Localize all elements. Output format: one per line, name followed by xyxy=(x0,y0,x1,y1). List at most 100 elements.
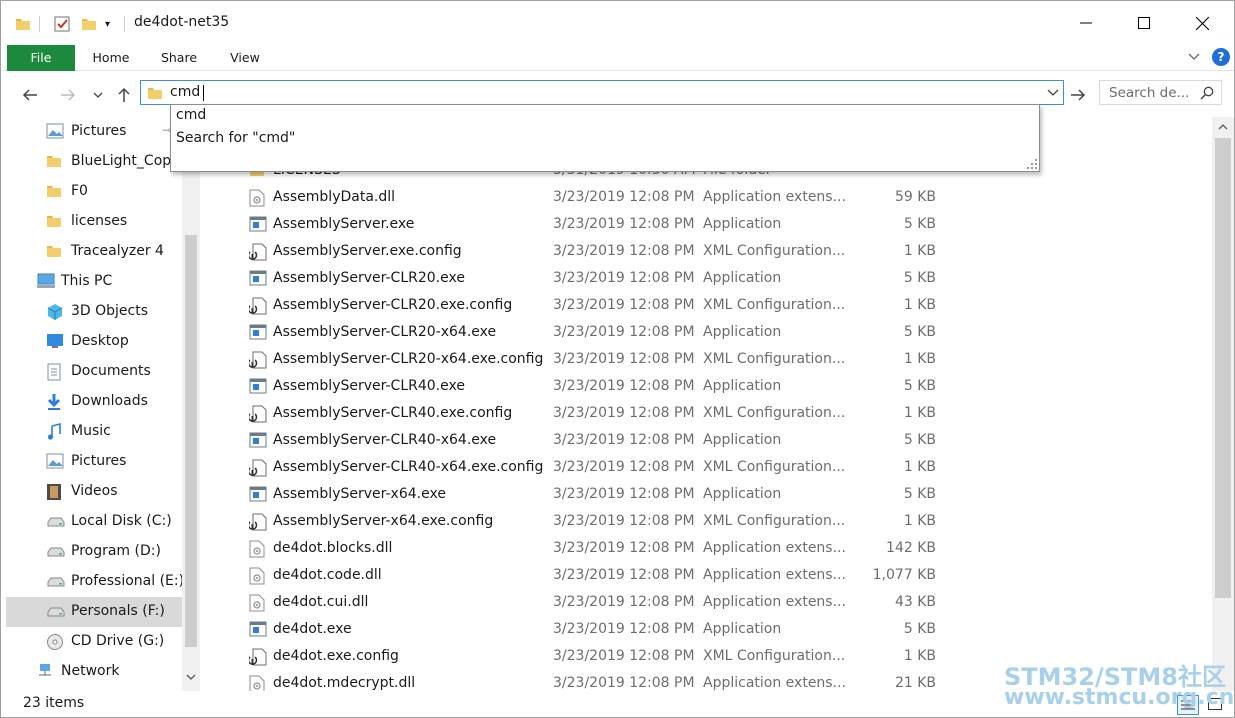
sidebar-item-label: Downloads xyxy=(71,393,148,409)
properties-icon[interactable] xyxy=(53,13,71,35)
recent-locations-button[interactable] xyxy=(87,84,109,106)
sidebar-item-desktop[interactable]: Desktop xyxy=(6,327,182,357)
tab-view[interactable]: View xyxy=(217,45,273,71)
sidebar-item-music[interactable]: Music xyxy=(6,417,182,447)
file-name: de4dot.mdecrypt.dll xyxy=(273,675,416,691)
sidebar-item-label: 3D Objects xyxy=(71,303,149,319)
search-box[interactable]: Search de... xyxy=(1099,80,1222,105)
pictures-icon xyxy=(46,123,64,141)
search-input[interactable]: Search de... xyxy=(1109,85,1189,101)
autocomplete-option-cmd[interactable]: cmd xyxy=(176,107,206,123)
downloads-icon xyxy=(46,393,64,411)
tab-home[interactable]: Home xyxy=(83,45,139,71)
up-button[interactable] xyxy=(113,84,135,106)
sidebar-item-label: Program (D:) xyxy=(71,543,161,559)
sidebar-item-program-d[interactable]: Program (D:) xyxy=(6,537,182,567)
file-date: 3/23/2019 12:08 PM xyxy=(553,513,695,529)
scroll-up-icon[interactable] xyxy=(1218,123,1228,131)
address-input[interactable]: cmd xyxy=(170,84,200,100)
file-type: Application extens... xyxy=(703,594,846,610)
maximize-button[interactable] xyxy=(1115,1,1173,45)
file-row[interactable]: AssemblyServer-CLR20-x64.exe 3/23/2019 12… xyxy=(201,319,1211,346)
file-type: XML Configuration... xyxy=(703,297,846,313)
file-row[interactable]: AssemblyServer-x64.exe 3/23/2019 12:08 PM… xyxy=(201,481,1211,508)
file-row[interactable]: de4dot.exe 3/23/2019 12:08 PM Application 5… xyxy=(201,616,1211,643)
expand-ribbon-icon[interactable] xyxy=(1187,49,1201,66)
file-row[interactable]: AssemblyServer-CLR40-x64.exe 3/23/2019 12… xyxy=(201,427,1211,454)
sidebar-item-professional-e[interactable]: Professional (E:) xyxy=(6,567,182,597)
address-bar[interactable]: cmd xyxy=(140,80,1064,105)
dll-file-icon xyxy=(249,594,265,612)
sidebar-item-documents[interactable]: Documents xyxy=(6,357,182,387)
file-size: 43 KB xyxy=(894,594,936,610)
dll-file-icon xyxy=(249,675,265,691)
sidebar-item-personals-f[interactable]: Personals (F:) xyxy=(6,597,182,627)
resize-grip-icon[interactable] xyxy=(1027,159,1037,169)
forward-button[interactable] xyxy=(57,84,79,106)
config-file-icon xyxy=(247,459,267,477)
tab-share[interactable]: Share xyxy=(151,45,207,71)
sidebar-item-pictures[interactable]: Pictures ⊸ xyxy=(6,117,182,147)
file-date: 3/23/2019 12:08 PM xyxy=(553,567,695,583)
file-row[interactable]: AssemblyServer-CLR20.exe 3/23/2019 12:08 … xyxy=(201,265,1211,292)
help-icon[interactable]: ? xyxy=(1212,48,1230,66)
file-size: 1 KB xyxy=(903,459,936,475)
file-row[interactable]: AssemblyServer-x64.exe.config 3/23/2019 1… xyxy=(201,508,1211,535)
file-type: Application extens... xyxy=(703,540,846,556)
sidebar-item-cd-drive-g[interactable]: CD Drive (G:) xyxy=(6,627,182,657)
file-size: 1,077 KB xyxy=(872,567,936,583)
network-icon xyxy=(36,663,54,681)
file-row[interactable]: AssemblyServer-CLR40.exe 3/23/2019 12:08 … xyxy=(201,373,1211,400)
new-folder-icon[interactable] xyxy=(81,13,97,35)
sidebar-item-licenses[interactable]: licenses xyxy=(6,207,182,237)
file-list-scrollbar[interactable] xyxy=(1212,117,1234,691)
file-name: AssemblyServer-x64.exe.config xyxy=(273,513,494,529)
chevron-down-icon[interactable] xyxy=(1047,88,1059,98)
file-row[interactable]: AssemblyServer-CLR40-x64.exe.config 3/23/… xyxy=(201,454,1211,481)
sidebar-item-f0[interactable]: F0 xyxy=(6,177,182,207)
file-date: 3/23/2019 12:08 PM xyxy=(553,324,695,340)
file-row[interactable]: de4dot.blocks.dll 3/23/2019 12:08 PM Appli… xyxy=(201,535,1211,562)
back-button[interactable] xyxy=(19,84,41,106)
file-size: 142 KB xyxy=(886,540,936,556)
sidebar-item-3d-objects[interactable]: 3D Objects xyxy=(6,297,182,327)
file-size: 1 KB xyxy=(903,243,936,259)
file-row[interactable]: AssemblyServer.exe.config 3/23/2019 12:08… xyxy=(201,238,1211,265)
customize-toolbar-icon[interactable]: ▾ xyxy=(105,13,110,35)
file-row[interactable]: de4dot.code.dll 3/23/2019 12:08 PM Applica… xyxy=(201,562,1211,589)
file-size: 1 KB xyxy=(903,648,936,664)
scrollbar-thumb[interactable] xyxy=(1215,138,1231,598)
file-date: 3/23/2019 12:08 PM xyxy=(553,486,695,502)
file-row[interactable]: AssemblyServer-CLR20-x64.exe.config 3/23/… xyxy=(201,346,1211,373)
sidebar-item-videos[interactable]: Videos xyxy=(6,477,182,507)
file-row[interactable]: AssemblyData.dll 3/23/2019 12:08 PM Applic… xyxy=(201,184,1211,211)
file-row[interactable]: AssemblyServer-CLR40.exe.config 3/23/2019… xyxy=(201,400,1211,427)
maximize-icon xyxy=(1138,17,1150,29)
file-row[interactable]: AssemblyServer.exe 3/23/2019 12:08 PM Appl… xyxy=(201,211,1211,238)
navigation-pane-scrollbar[interactable] xyxy=(182,117,200,691)
file-date: 3/23/2019 12:08 PM xyxy=(553,540,695,556)
file-type: XML Configuration... xyxy=(703,243,846,259)
scroll-down-icon[interactable] xyxy=(186,673,196,681)
autocomplete-option-search[interactable]: Search for "cmd" xyxy=(176,130,295,146)
sidebar-item-bluelight-copy[interactable]: BlueLight_Copy xyxy=(6,147,182,177)
file-row[interactable]: AssemblyServer-CLR20.exe.config 3/23/2019… xyxy=(201,292,1211,319)
file-date: 3/23/2019 12:08 PM xyxy=(553,351,695,367)
file-date: 3/23/2019 12:08 PM xyxy=(553,432,695,448)
file-row[interactable]: de4dot.cui.dll 3/23/2019 12:08 PM Applicat… xyxy=(201,589,1211,616)
sidebar-item-downloads[interactable]: Downloads xyxy=(6,387,182,417)
minimize-button[interactable] xyxy=(1057,1,1115,45)
sidebar-item-network[interactable]: Network xyxy=(6,657,182,687)
file-name: de4dot.exe xyxy=(273,621,352,637)
sidebar-item-local-disk-c[interactable]: Local Disk (C:) xyxy=(6,507,182,537)
sidebar-item-tracealyzer-4[interactable]: Tracealyzer 4 xyxy=(6,237,182,267)
close-button[interactable] xyxy=(1173,1,1231,45)
tab-file[interactable]: File xyxy=(7,45,75,71)
sidebar-item-pictures[interactable]: Pictures xyxy=(6,447,182,477)
sidebar-item-label: Pictures xyxy=(71,123,127,139)
ribbon-tabs: File Home Share View ? xyxy=(1,45,1234,71)
scrollbar-thumb[interactable] xyxy=(185,235,197,647)
dll-file-icon xyxy=(249,540,265,558)
go-button[interactable] xyxy=(1067,84,1089,106)
sidebar-item-this-pc[interactable]: This PC xyxy=(6,267,182,297)
